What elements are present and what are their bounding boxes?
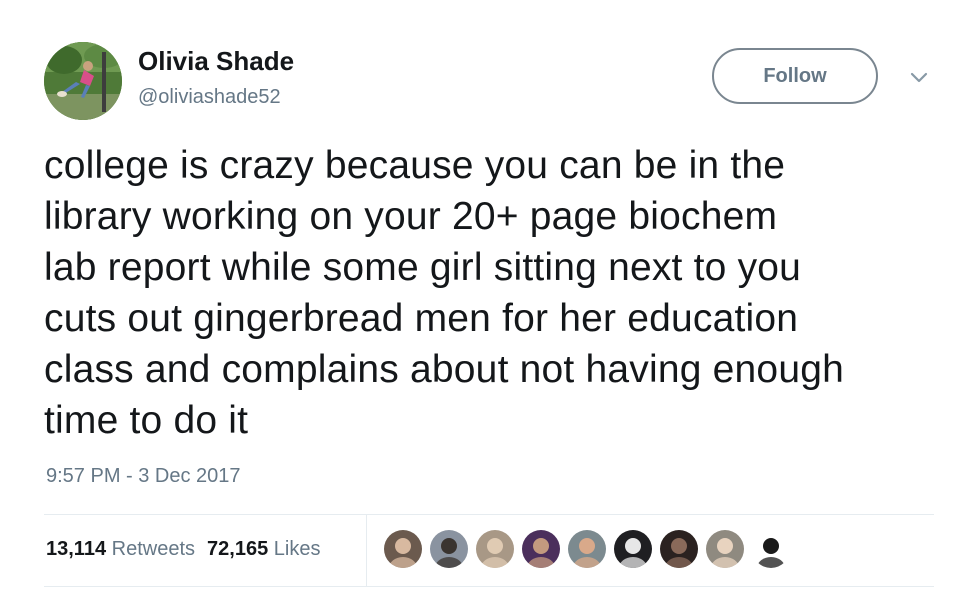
liker-avatar[interactable] xyxy=(614,530,652,568)
liker-avatar[interactable] xyxy=(568,530,606,568)
tweet-stats: 13,114 Retweets 72,165 Likes xyxy=(46,538,320,561)
liker-avatar[interactable] xyxy=(752,530,790,568)
retweets-label: Retweets xyxy=(111,538,196,560)
avatar[interactable] xyxy=(44,42,122,120)
likes-stat[interactable]: 72,165 Likes xyxy=(207,538,320,560)
chevron-down-icon[interactable] xyxy=(906,66,932,90)
retweets-stat[interactable]: 13,114 Retweets xyxy=(46,538,195,560)
user-display-name[interactable]: Olivia Shade xyxy=(138,46,294,77)
tweet-text-line: college is crazy because you can be in t… xyxy=(44,144,786,187)
user-handle[interactable]: @oliviashade52 xyxy=(138,86,281,109)
retweets-count: 13,114 xyxy=(46,538,107,560)
divider xyxy=(44,514,934,515)
liker-avatar[interactable] xyxy=(522,530,560,568)
avatar-photo xyxy=(44,42,122,120)
tweet-text: college is crazy because you can be in t… xyxy=(44,140,954,446)
tweet-text-line: class and complains about not having eno… xyxy=(44,348,844,391)
tweet-text-line: time to do it xyxy=(44,399,249,442)
likes-count: 72,165 xyxy=(207,538,269,560)
liker-avatar[interactable] xyxy=(384,530,422,568)
liker-avatar[interactable] xyxy=(476,530,514,568)
tweet-card: Olivia Shade @oliviashade52 Follow colle… xyxy=(0,0,980,593)
liker-avatar[interactable] xyxy=(706,530,744,568)
tweet-text-line: library working on your 20+ page biochem xyxy=(44,195,778,238)
liker-avatar[interactable] xyxy=(660,530,698,568)
tweet-timestamp[interactable]: 9:57 PM - 3 Dec 2017 xyxy=(46,465,241,488)
follow-button[interactable]: Follow xyxy=(712,48,878,104)
likes-label: Likes xyxy=(273,538,321,560)
tweet-text-line: cuts out gingerbread men for her educati… xyxy=(44,297,799,340)
liker-avatar[interactable] xyxy=(430,530,468,568)
divider xyxy=(366,514,367,586)
tweet-text-line: lab report while some girl sitting next … xyxy=(44,246,802,289)
divider xyxy=(44,586,934,587)
